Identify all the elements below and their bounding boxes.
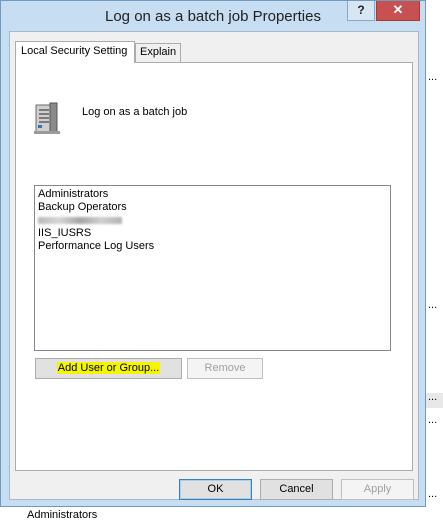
list-item[interactable]: IIS_IUSRS (35, 227, 390, 240)
list-item[interactable]: Backup Operators (35, 201, 390, 214)
background-ellipsis: ... (428, 488, 438, 500)
server-icon (32, 101, 64, 138)
list-item[interactable]: Administrators (35, 188, 390, 201)
background-ellipsis: ... (428, 391, 438, 403)
redacted-text (38, 217, 122, 224)
add-button-label: Add User or Group... (56, 362, 161, 374)
background-ellipsis: ... (428, 299, 438, 311)
cancel-button[interactable]: Cancel (260, 479, 333, 500)
background-ellipsis: ... (428, 71, 438, 83)
apply-button[interactable]: Apply (341, 479, 414, 500)
ok-button[interactable]: OK (179, 479, 252, 500)
tab-local-security-setting[interactable]: Local Security Setting (15, 41, 135, 63)
list-item-redacted[interactable] (35, 214, 390, 227)
members-list[interactable]: Administrators Backup Operators IIS_IUSR… (34, 185, 391, 351)
list-item[interactable]: Performance Log Users (35, 240, 390, 253)
remove-button[interactable]: Remove (187, 358, 263, 379)
background-list-text: Administrators (27, 509, 98, 521)
add-user-or-group-button[interactable]: Add User or Group... (35, 358, 182, 379)
dialog-body: Local Security Setting Explain Log on as… (9, 31, 419, 500)
tab-explain[interactable]: Explain (135, 43, 181, 62)
tab-panel: Log on as a batch job Administrators Bac… (15, 62, 413, 471)
background-ellipsis: ... (428, 414, 438, 426)
help-button[interactable]: ? (347, 1, 375, 21)
close-button[interactable]: ✕ (376, 1, 420, 21)
title-bar[interactable]: Log on as a batch job Properties ? ✕ (1, 1, 425, 31)
policy-name: Log on as a batch job (82, 106, 188, 118)
properties-dialog: Log on as a batch job Properties ? ✕ Loc… (0, 0, 426, 507)
close-icon: ✕ (392, 2, 404, 17)
